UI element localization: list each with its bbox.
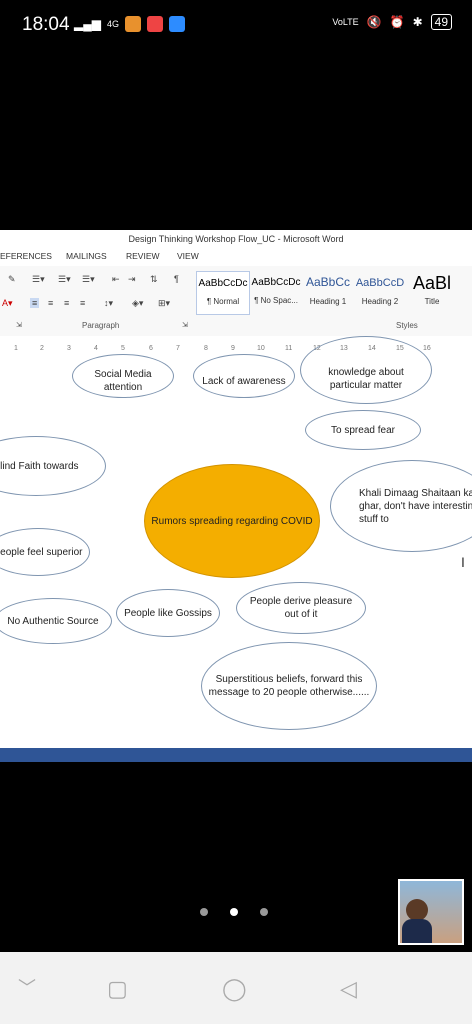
ruler-mark: 2 (40, 345, 44, 352)
bubble-spread-fear[interactable]: To spread fear (305, 410, 421, 450)
style-preview: AaBbCcD (355, 277, 405, 289)
tab-view[interactable]: VIEW (177, 251, 199, 261)
line-spacing-icon[interactable]: ↕▾ (104, 298, 113, 309)
back-icon[interactable]: ◁ (340, 976, 357, 1002)
ruler-mark: 1 (14, 345, 18, 352)
page-dot[interactable] (260, 908, 268, 916)
status-time: 18:04 (22, 14, 70, 35)
page-dot[interactable] (200, 908, 208, 916)
bubble-blind-faith[interactable]: Blind Faith towards (0, 436, 106, 496)
tab-review[interactable]: REVIEW (126, 251, 160, 261)
paragraph-group-label: Paragraph (82, 321, 120, 330)
bubble-people-feel-superior[interactable]: People feel superior (0, 528, 90, 576)
ruler-mark: 6 (149, 345, 153, 352)
window-title: Design Thinking Workshop Flow_UC - Micro… (128, 234, 344, 244)
page-dot-active[interactable] (230, 908, 238, 916)
align-right-icon[interactable]: ≡ (64, 298, 69, 308)
participant-body (402, 919, 432, 943)
shading-icon[interactable]: ◈▾ (132, 298, 143, 309)
recents-icon[interactable]: ▢ (107, 976, 128, 1002)
bubble-superstitious-beliefs[interactable]: Superstitious beliefs, forward this mess… (201, 642, 377, 730)
bullets-icon[interactable]: ☰▾ (32, 274, 45, 285)
navigation-bar: ﹀ ▢ ◯ ◁ (0, 952, 472, 1024)
ruler-mark: 7 (176, 345, 180, 352)
style-name: Title (424, 297, 440, 306)
style-heading-2[interactable]: AaBbCcD Heading 2 (354, 271, 406, 313)
bubble-people-like-gossips[interactable]: People like Gossips (116, 589, 220, 637)
borders-icon[interactable]: ⊞▾ (158, 298, 170, 309)
decrease-indent-icon[interactable]: ⇤ (112, 274, 120, 285)
bubble-khali-dimaag[interactable]: Khali Dimaag Shaitaan ka ghar, don't hav… (330, 460, 472, 552)
self-video-thumbnail[interactable] (398, 879, 464, 945)
numbering-icon[interactable]: ☰▾ (58, 274, 71, 285)
align-left-icon[interactable]: ≡ (30, 298, 40, 308)
page-indicator (200, 908, 268, 916)
style-preview: AaBbCc (305, 275, 351, 289)
home-icon[interactable]: ◯ (222, 976, 247, 1002)
clear-format-icon[interactable]: ✎ (8, 274, 16, 285)
ruler-mark: 4 (94, 345, 98, 352)
document-canvas[interactable]: Social Media attention Lack of awareness… (0, 336, 472, 748)
align-center-icon[interactable]: ≡ (48, 298, 53, 308)
bubble-no-authentic-source[interactable]: No Authentic Source (0, 598, 112, 644)
style-title[interactable]: AaBl Title (406, 271, 458, 313)
tab-mailings[interactable]: MAILINGS (66, 251, 107, 261)
paragraph-launcher-icon[interactable]: ⇲ (182, 321, 188, 329)
ruler-mark: 3 (67, 345, 71, 352)
tab-references[interactable]: EFERENCES (0, 251, 52, 261)
style-name: Heading 1 (309, 297, 347, 306)
style-preview: AaBbCcDc (251, 277, 301, 288)
pilcrow-icon[interactable]: ¶ (174, 274, 179, 284)
ruler-mark: 5 (121, 345, 125, 352)
network-type: 4G (106, 19, 119, 29)
battery-icon: 49 (430, 14, 452, 30)
style-preview: AaBbCcDc (198, 278, 248, 289)
style-name: ¶ Normal (206, 297, 240, 306)
justify-icon[interactable]: ≡ (80, 298, 85, 308)
chevron-down-icon[interactable]: ﹀ (18, 974, 36, 1000)
volte-label: VoLTE (332, 17, 359, 27)
ruler-mark: 10 (257, 345, 265, 352)
style-heading-1[interactable]: AaBbCc Heading 1 (302, 271, 354, 313)
slack-icon (124, 16, 141, 32)
zoom-icon (168, 16, 185, 32)
ruler-mark: 16 (423, 345, 431, 352)
styles-group-label: Styles (396, 321, 418, 330)
bubble-lack-of-awareness[interactable]: Lack of awareness (193, 354, 295, 398)
bubble-people-derive-pleasure[interactable]: People derive pleasure out of it (236, 582, 366, 634)
signal-icon: ▂▄▆ (74, 17, 101, 31)
bubble-social-media[interactable]: Social Media attention (72, 354, 174, 398)
app-icon-red (146, 16, 163, 32)
mute-icon: 🔇 (366, 15, 382, 29)
participant-face (406, 899, 428, 921)
alarm-icon: ⏰ (389, 15, 405, 29)
bubble-knowledge[interactable]: knowledge about particular matter (300, 336, 432, 404)
style-no-spacing[interactable]: AaBbCcDc ¶ No Spac... (250, 271, 302, 313)
status-right-icons: VoLTE 🔇 ⏰ ✱ 49 (332, 14, 452, 30)
increase-indent-icon[interactable]: ⇥ (128, 274, 136, 285)
status-left-icons: ▂▄▆ 4G (74, 16, 185, 32)
style-preview: AaBl (412, 273, 452, 293)
sort-icon[interactable]: ⇅ (150, 274, 158, 285)
ribbon-tabs: EFERENCES MAILINGS REVIEW VIEW (0, 251, 472, 265)
style-normal[interactable]: AaBbCcDc ¶ Normal (196, 271, 250, 315)
text-cursor-icon: I (461, 554, 465, 570)
status-strip (0, 748, 472, 762)
style-name: ¶ No Spac... (254, 296, 298, 305)
ribbon: ✎ ☰▾ ☰▾ ☰▾ ⇤ ⇥ ⇅ ¶ A▾ ≡ ≡ ≡ ≡ ↕▾ ◈▾ ⊞▾ P… (0, 266, 472, 337)
style-name: Heading 2 (361, 297, 399, 306)
shared-screen-word: Design Thinking Workshop Flow_UC - Micro… (0, 230, 472, 762)
launcher-icon[interactable]: ⇲ (16, 321, 22, 329)
multilevel-icon[interactable]: ☰▾ (82, 274, 95, 285)
ruler-mark: 11 (285, 345, 293, 352)
bubble-center-rumors[interactable]: Rumors spreading regarding COVID (144, 464, 320, 578)
status-bar: 18:04 ▂▄▆ 4G VoLTE 🔇 ⏰ ✱ 49 (0, 0, 472, 56)
bluetooth-icon: ✱ (412, 15, 423, 29)
ruler-mark: 8 (204, 345, 208, 352)
ruler-mark: 9 (231, 345, 235, 352)
font-color-icon[interactable]: A▾ (2, 298, 13, 309)
